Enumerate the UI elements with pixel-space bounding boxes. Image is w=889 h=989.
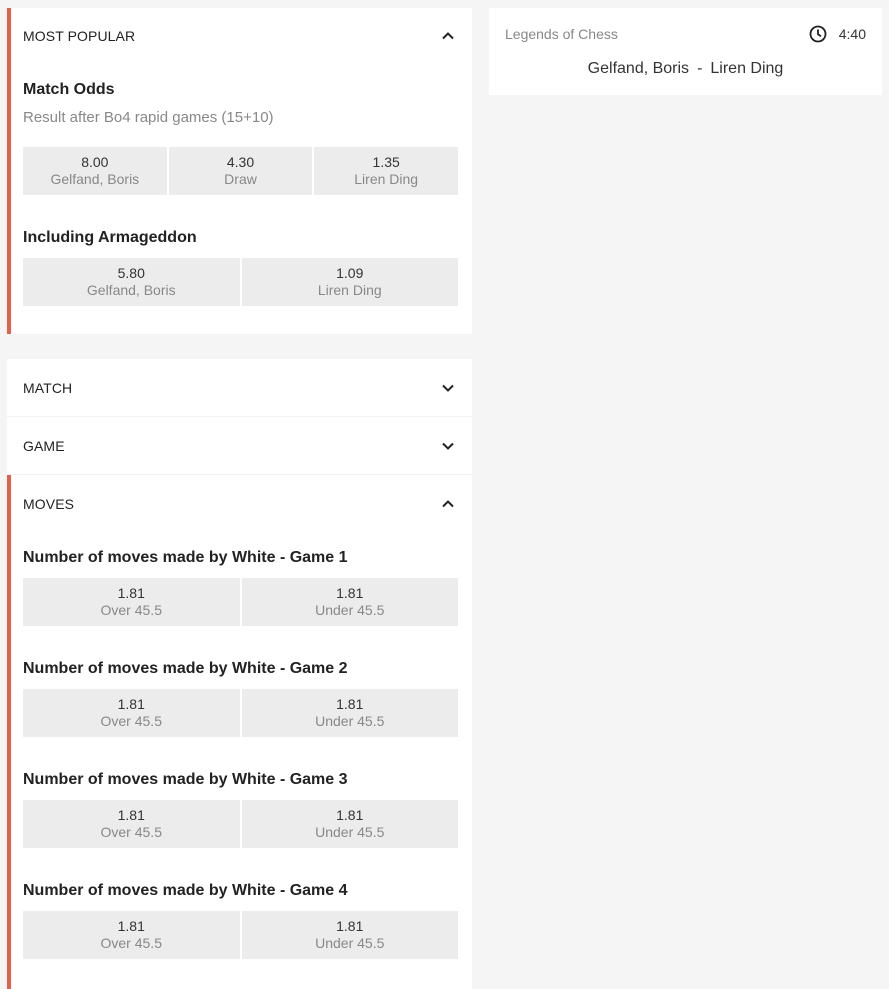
odds-label: Under 45.5 (315, 713, 385, 729)
odds-label: Draw (224, 171, 257, 187)
odds-label: Over 45.5 (100, 824, 162, 840)
odds-price: 1.35 (372, 154, 400, 170)
market-moves-game-1: Number of moves made by White - Game 1 1… (7, 549, 472, 626)
event-time: 4:40 (809, 25, 866, 43)
active-section-indicator (7, 8, 11, 334)
odds-button[interactable]: 1.09 Liren Ding (241, 258, 458, 306)
section-title: MOVES (23, 495, 75, 512)
clock-icon (809, 25, 827, 43)
odds-price: 5.80 (117, 265, 145, 281)
market-title: Number of moves made by White - Game 3 (23, 771, 348, 788)
odds-price: 1.81 (336, 918, 364, 934)
section-header-game[interactable]: GAME (7, 417, 472, 474)
odds-button[interactable]: 1.81 Under 45.5 (241, 911, 458, 959)
market-title: Number of moves made by White - Game 1 (23, 549, 348, 566)
odds-label: Over 45.5 (100, 713, 162, 729)
market-including-armageddon: Including Armageddon 5.80 Gelfand, Boris… (7, 229, 472, 306)
odds-label: Over 45.5 (100, 935, 162, 951)
odds-label: Liren Ding (354, 171, 419, 187)
odds-row: 5.80 Gelfand, Boris 1.09 Liren Ding (23, 258, 458, 306)
odds-label: Over 45.5 (100, 602, 162, 618)
odds-price: 4.30 (226, 154, 255, 170)
market-title: Match Odds (23, 81, 115, 98)
market-groups-card: MATCH GAME MOVES Number of moves made by… (7, 359, 472, 989)
league-name: Legends of Chess (505, 26, 618, 42)
active-section-indicator (7, 475, 11, 989)
odds-price: 1.09 (336, 265, 364, 281)
odds-row: 1.81 Over 45.5 1.81 Under 45.5 (23, 689, 458, 737)
home-player: Gelfand, Boris (587, 60, 690, 77)
chevron-down-icon[interactable] (440, 380, 456, 396)
odds-price: 8.00 (81, 154, 109, 170)
odds-row: 1.81 Over 45.5 1.81 Under 45.5 (23, 911, 458, 959)
market-title: Including Armageddon (23, 229, 197, 246)
odds-label: Under 45.5 (315, 824, 385, 840)
odds-label: Under 45.5 (315, 935, 385, 951)
chevron-down-icon[interactable] (440, 438, 456, 454)
odds-button[interactable]: 1.81 Over 45.5 (23, 689, 240, 737)
odds-row: 1.81 Over 45.5 1.81 Under 45.5 (23, 800, 458, 848)
section-title: GAME (23, 437, 65, 454)
market-subtitle: Result after Bo4 rapid games (15+10) (23, 109, 274, 126)
odds-row: 1.81 Over 45.5 1.81 Under 45.5 (23, 578, 458, 626)
odds-button[interactable]: 4.30 Draw (168, 147, 313, 195)
odds-row: 8.00 Gelfand, Boris 4.30 Draw 1.35 Liren… (23, 147, 459, 195)
odds-label: Gelfand, Boris (50, 171, 140, 187)
vs-separator: - (697, 60, 703, 77)
odds-price: 1.81 (336, 696, 364, 712)
away-player: Liren Ding (710, 60, 784, 77)
odds-label: Under 45.5 (315, 602, 385, 618)
odds-price: 1.81 (336, 585, 364, 601)
market-moves-game-2: Number of moves made by White - Game 2 1… (7, 660, 472, 737)
event-participants: Gelfand, Boris - Liren Ding (505, 60, 866, 78)
section-header-moves[interactable]: MOVES (7, 475, 472, 532)
market-match-odds: Match Odds Result after Bo4 rapid games … (7, 81, 472, 195)
odds-button[interactable]: 1.81 Over 45.5 (23, 800, 240, 848)
section-header-match[interactable]: MATCH (7, 359, 472, 416)
odds-button[interactable]: 5.80 Gelfand, Boris (23, 258, 240, 306)
odds-button[interactable]: 1.81 Under 45.5 (241, 800, 458, 848)
market-moves-game-3: Number of moves made by White - Game 3 1… (7, 771, 472, 848)
odds-label: Gelfand, Boris (86, 282, 176, 298)
odds-button[interactable]: 8.00 Gelfand, Boris (23, 147, 167, 195)
odds-price: 1.81 (336, 807, 364, 823)
odds-button[interactable]: 1.81 Under 45.5 (241, 689, 458, 737)
event-column: Legends of Chess 4:40 Gelfand, Boris - Lir… (489, 8, 882, 95)
event-info-card: Legends of Chess 4:40 Gelfand, Boris - Lir… (489, 8, 882, 95)
section-header-most-popular[interactable]: MOST POPULAR (7, 8, 472, 63)
market-title: Number of moves made by White - Game 4 (23, 882, 348, 899)
odds-label: Liren Ding (317, 282, 382, 298)
chevron-up-icon[interactable] (440, 496, 456, 512)
odds-button[interactable]: 1.35 Liren Ding (314, 147, 459, 195)
market-title: Number of moves made by White - Game 2 (23, 660, 348, 677)
odds-button[interactable]: 1.81 Over 45.5 (23, 578, 240, 626)
markets-column: MOST POPULAR Match Odds Result after Bo4… (7, 8, 472, 989)
odds-price: 1.81 (117, 807, 145, 823)
most-popular-card: MOST POPULAR Match Odds Result after Bo4… (7, 8, 472, 334)
odds-price: 1.81 (117, 918, 145, 934)
market-moves-game-4: Number of moves made by White - Game 4 1… (7, 882, 472, 959)
section-title: MATCH (23, 379, 73, 396)
section-title: MOST POPULAR (23, 27, 136, 44)
odds-button[interactable]: 1.81 Over 45.5 (23, 911, 240, 959)
odds-price: 1.81 (117, 696, 145, 712)
odds-button[interactable]: 1.81 Under 45.5 (241, 578, 458, 626)
chevron-up-icon[interactable] (440, 28, 456, 44)
odds-price: 1.81 (117, 585, 145, 601)
time-value: 4:40 (838, 26, 866, 42)
